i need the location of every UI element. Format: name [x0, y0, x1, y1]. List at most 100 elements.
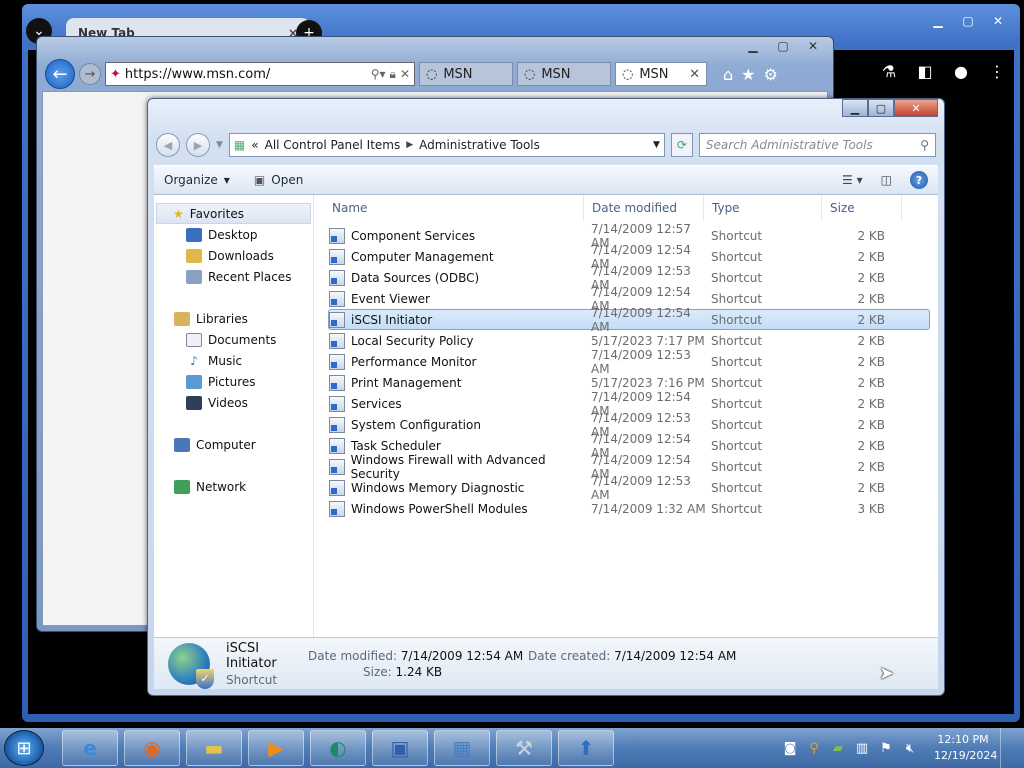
forward-button[interactable]: ▶: [186, 133, 210, 157]
breadcrumb[interactable]: ▦ « All Control Panel Items ▶ Administra…: [228, 133, 665, 157]
sidebar-item-network[interactable]: Network: [154, 476, 313, 497]
back-button[interactable]: ←: [45, 59, 75, 89]
search-input[interactable]: Search Administrative Tools ⚲: [698, 133, 936, 157]
preview-pane-icon[interactable]: ◫: [881, 173, 892, 187]
media-player-icon: ▶: [268, 736, 284, 760]
sidebar-item-downloads[interactable]: Downloads: [154, 245, 313, 266]
clock[interactable]: 12:10 PM 12/19/2024: [934, 732, 997, 764]
close-icon[interactable]: ✕: [984, 12, 1012, 30]
maximize-icon[interactable]: ▢: [954, 12, 982, 30]
close-icon[interactable]: ✕: [799, 37, 827, 55]
table-row[interactable]: iSCSI Initiator 7/14/2009 12:54 AM Shortcu…: [328, 306, 930, 334]
minimize-icon[interactable]: ▁: [842, 99, 868, 117]
control-panel-taskbar-button[interactable]: ▦: [434, 730, 490, 766]
iscsi-taskbar-button[interactable]: ⬆: [558, 730, 614, 766]
ie-tools: ⌂ ★ ⚙: [723, 65, 778, 84]
media-player-taskbar-button[interactable]: ▶: [248, 730, 304, 766]
tab-close-icon[interactable]: ✕: [689, 67, 700, 82]
iscsi-icon: ⬆: [577, 736, 595, 760]
profile-icon[interactable]: ●: [950, 60, 972, 82]
back-button[interactable]: ◀: [156, 133, 180, 157]
volume-muted-icon[interactable]: 🔇︎: [902, 741, 918, 756]
favorites-star-icon[interactable]: ★: [741, 65, 755, 84]
explorer-taskbar-button[interactable]: ▬: [186, 730, 242, 766]
gear-icon[interactable]: ⚙: [764, 65, 778, 84]
ie-tab-2[interactable]: ◌ MSN: [517, 62, 611, 86]
file-type: Shortcut: [711, 438, 763, 453]
sidebar-item-documents[interactable]: Documents: [154, 329, 313, 350]
table-row[interactable]: Windows PowerShell Modules 7/14/2009 1:32…: [328, 498, 930, 519]
ie-tab-label: MSN: [639, 66, 669, 82]
sidebar-item-desktop[interactable]: Desktop: [154, 224, 313, 245]
shortcut-icon: [329, 332, 345, 349]
breadcrumb-item-administrative-tools[interactable]: Administrative Tools: [419, 138, 540, 152]
column-header-name[interactable]: Name: [314, 195, 584, 221]
maximize-icon[interactable]: ▢: [769, 37, 797, 55]
menu-icon[interactable]: ⋮: [986, 60, 1008, 82]
labs-icon[interactable]: ⚗: [878, 60, 900, 82]
nvidia-icon[interactable]: ▰: [830, 741, 846, 756]
firefox-taskbar-button[interactable]: ◉: [124, 730, 180, 766]
open-button[interactable]: ▣ Open: [254, 173, 303, 187]
home-icon[interactable]: ⌂: [723, 65, 733, 84]
recent-pages-dropdown-icon[interactable]: ▼: [216, 140, 223, 150]
camera-icon[interactable]: ◙: [782, 741, 798, 756]
sidebar-item-computer[interactable]: Computer: [154, 434, 313, 455]
table-row[interactable]: Performance Monitor 7/14/2009 12:53 AM Sho…: [328, 348, 930, 376]
maximize-icon[interactable]: ▢: [868, 99, 894, 117]
network-icon[interactable]: ▥: [854, 741, 870, 756]
ie-tab-1[interactable]: ◌ MSN: [419, 62, 513, 86]
view-options-icon[interactable]: ☰ ▾: [842, 173, 863, 187]
file-type: Shortcut: [711, 501, 763, 516]
search-icon[interactable]: ⚲: [920, 138, 929, 152]
column-header-type[interactable]: Type: [704, 195, 822, 221]
help-icon[interactable]: ?: [910, 171, 928, 189]
details-modified-label: Date modified:: [308, 648, 398, 663]
search-icon[interactable]: ⚲: [806, 741, 822, 756]
breadcrumb-item-control-panel[interactable]: All Control Panel Items: [265, 138, 401, 152]
table-row[interactable]: Windows Memory Diagnostic 7/14/2009 12:53…: [328, 474, 930, 502]
sidebar-item-videos[interactable]: Videos: [154, 392, 313, 413]
column-header-date-modified[interactable]: Date modified: [584, 195, 704, 221]
edge-taskbar-button[interactable]: ◐: [310, 730, 366, 766]
breadcrumb-overflow[interactable]: «: [251, 138, 258, 152]
explorer-nav-bar: ◀ ▶ ▼ ▦ « All Control Panel Items ▶ Admi…: [156, 131, 936, 159]
minimize-icon[interactable]: ▁: [924, 12, 952, 30]
side-panel-icon[interactable]: ◧: [914, 60, 936, 82]
search-icon[interactable]: ⚲▾: [371, 67, 386, 81]
address-bar[interactable]: ✦ https://www.msn.com/ ⚲▾ 🔒︎ ✕: [105, 62, 415, 86]
file-name: Event Viewer: [351, 291, 430, 306]
column-header-size[interactable]: Size: [822, 195, 902, 221]
iscsi-initiator-icon: [168, 642, 214, 689]
breadcrumb-dropdown-icon[interactable]: ▼: [653, 140, 660, 150]
remote-desktop-taskbar-button[interactable]: ▣: [372, 730, 428, 766]
sidebar-item-pictures[interactable]: Pictures: [154, 371, 313, 392]
sidebar-item-music[interactable]: ♪ Music: [154, 350, 313, 371]
sidebar-item-favorites[interactable]: ★ Favorites: [156, 203, 311, 224]
folder-icon: ▬: [204, 736, 224, 760]
shortcut-icon: [329, 395, 345, 412]
organize-button[interactable]: Organize ▼: [164, 173, 230, 187]
file-size: 2 KB: [857, 459, 885, 474]
stop-icon[interactable]: ✕: [400, 67, 410, 81]
computer-icon: ▣: [390, 736, 410, 760]
ie-tab-3-active[interactable]: ◌ MSN ✕: [615, 62, 707, 86]
start-button[interactable]: ⊞: [4, 730, 44, 766]
file-size: 2 KB: [857, 417, 885, 432]
flag-icon[interactable]: ⚑: [878, 741, 894, 756]
clock-time: 12:10 PM: [937, 733, 989, 746]
file-name-cell: Windows PowerShell Modules: [329, 500, 591, 517]
sidebar-item-label: Network: [196, 479, 247, 494]
sidebar-item-recent-places[interactable]: Recent Places: [154, 266, 313, 287]
explorer-window-controls: ▁ ▢ ✕: [842, 99, 938, 117]
show-desktop-button[interactable]: [1000, 728, 1014, 768]
breadcrumb-arrow-icon[interactable]: ▶: [406, 140, 413, 150]
internet-explorer-taskbar-button[interactable]: e: [62, 730, 118, 766]
admin-tools-taskbar-button[interactable]: ⚒: [496, 730, 552, 766]
minimize-icon[interactable]: ▁: [739, 37, 767, 55]
refresh-button[interactable]: ⟳: [670, 133, 693, 157]
lock-icon[interactable]: 🔒︎: [390, 67, 396, 82]
close-icon[interactable]: ✕: [894, 99, 938, 117]
sidebar-item-libraries[interactable]: Libraries: [154, 308, 313, 329]
forward-button[interactable]: →: [79, 63, 101, 85]
